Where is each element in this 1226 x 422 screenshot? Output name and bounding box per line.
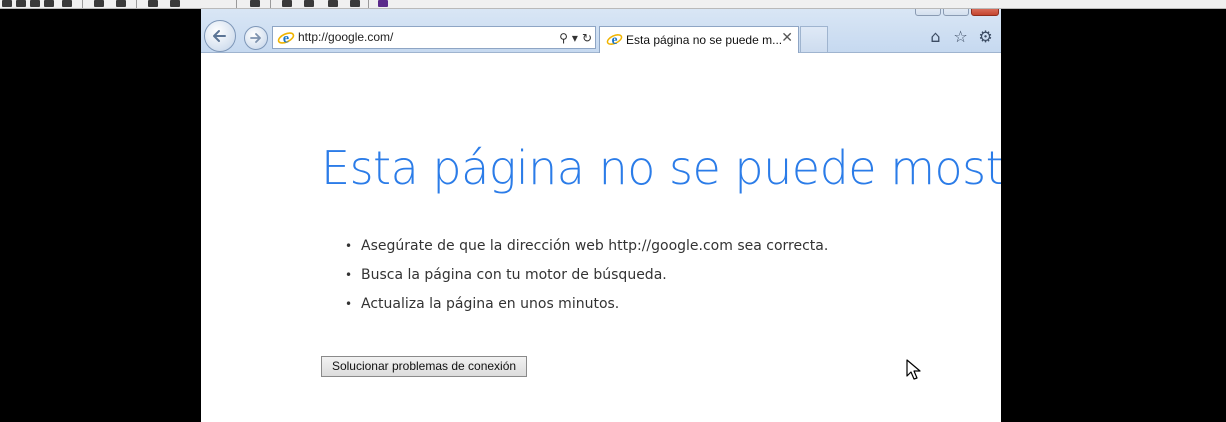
search-icon[interactable]: ⚲ [559,30,568,46]
toolbar-icon[interactable] [170,0,180,7]
maximize-button[interactable] [943,9,969,16]
suggestion-item: Asegúrate de que la dirección web http:/… [345,237,828,266]
dropdown-icon[interactable]: ▾ [572,30,578,46]
toolbar-icon[interactable] [16,0,26,7]
toolbar-separator [236,0,237,8]
troubleshoot-connection-button[interactable]: Solucionar problemas de conexión [321,356,527,377]
internet-explorer-icon: e [277,32,295,47]
toolbar-icon[interactable] [378,0,388,7]
forward-icon [250,33,261,43]
favorites-icon[interactable]: ☆ [951,27,970,46]
zoom-in-icon[interactable] [282,0,292,7]
toolbar-icon[interactable] [148,0,158,7]
forward-button[interactable] [244,26,268,50]
browser-window: e http://google.com/ ⚲ ▾ ↻ e Esta página… [201,9,1001,422]
svg-text:e: e [612,32,618,47]
home-icon[interactable]: ⌂ [926,27,945,46]
zoom-icon[interactable] [350,0,360,7]
new-tab-button[interactable] [800,26,828,52]
back-icon [213,30,226,42]
refresh-icon[interactable]: ↻ [582,30,592,46]
svg-text:e: e [283,32,289,47]
mouse-cursor-icon [906,359,921,380]
toolbar-icon[interactable] [30,0,40,7]
close-icon[interactable]: ✕ [781,30,793,46]
toolbar-separator [82,0,83,8]
command-icons: ⌂ ☆ ⚙ [926,27,995,46]
toolbar-icon[interactable] [94,0,104,7]
suggestion-item: Busca la página con tu motor de búsqueda… [345,266,828,295]
toolbar-icon[interactable] [44,0,54,7]
toolbar-icon[interactable] [2,0,12,7]
error-heading: Esta página no se puede mostra [321,141,1001,195]
close-window-button[interactable] [971,9,999,16]
settings-icon[interactable]: ⚙ [976,27,995,46]
toolbar-icon[interactable] [62,0,72,7]
address-bar[interactable]: e http://google.com/ ⚲ ▾ ↻ [272,26,596,49]
tab-active[interactable]: e Esta página no se puede m... ✕ [599,26,799,53]
toolbar-separator [136,0,137,8]
zoom-out-icon[interactable] [304,0,314,7]
tab-title: Esta página no se puede m... [626,33,783,47]
host-toolbar [0,0,1226,9]
suggestion-item: Actualiza la página en unos minutos. [345,295,828,324]
toolbar-icon[interactable] [250,0,260,7]
browser-chrome: e http://google.com/ ⚲ ▾ ↻ e Esta página… [201,9,1001,53]
toolbar-icon[interactable] [116,0,126,7]
address-tools: ⚲ ▾ ↻ [555,30,592,46]
suggestion-list: Asegúrate de que la dirección web http:/… [345,237,828,324]
back-button[interactable] [204,20,236,52]
minimize-button[interactable] [915,9,941,16]
zoom-icon[interactable] [328,0,338,7]
tab-favicon-icon: e [606,32,623,47]
address-url[interactable]: http://google.com/ [298,30,393,44]
toolbar-separator [270,0,271,8]
toolbar-separator [368,0,369,8]
